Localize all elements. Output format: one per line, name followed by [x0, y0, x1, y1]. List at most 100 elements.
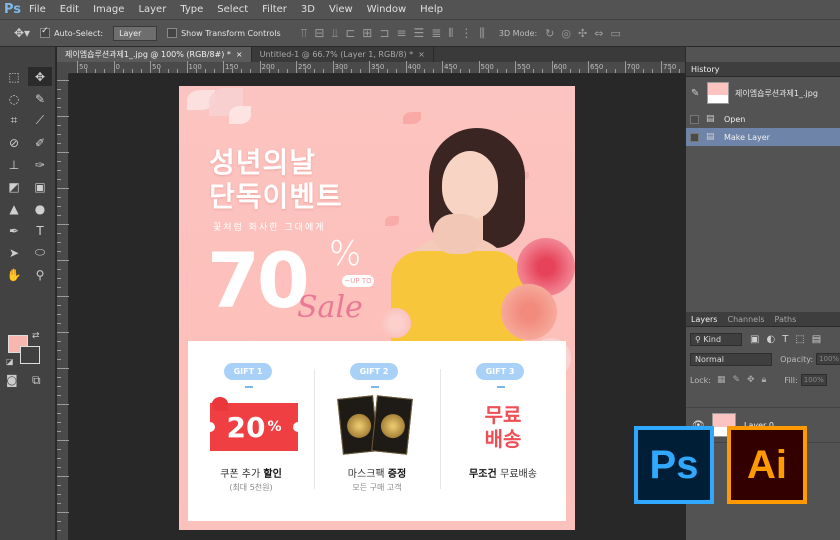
menu-layer[interactable]: Layer	[131, 4, 173, 15]
tab-paths[interactable]: Paths	[775, 312, 797, 326]
eraser-tool-icon[interactable]: ◩	[2, 177, 26, 196]
fill-field[interactable]: 100%	[800, 374, 827, 386]
ruler-major-tick	[624, 61, 626, 73]
free-line-2: 배송	[484, 427, 522, 451]
blend-mode-dropdown[interactable]: Normal	[690, 352, 773, 366]
history-snapshot[interactable]: ✎ 제이엠숍루션과제1_.jpg	[686, 79, 840, 107]
move-tool-icon[interactable]: ✥	[28, 67, 52, 86]
history-brush-tool-icon[interactable]: ✑	[28, 155, 52, 174]
ruler-major-tick	[478, 61, 480, 73]
history-source-box[interactable]	[690, 132, 699, 142]
ruler-minor-tick	[177, 69, 179, 73]
ellipse-tool-icon[interactable]: ⬭	[28, 243, 52, 262]
distribute-bottom-icon[interactable]: ≣	[431, 26, 441, 41]
sale-script: Sale	[297, 290, 363, 325]
clone-stamp-tool-icon[interactable]: ⊥	[2, 155, 26, 174]
align-top-icon[interactable]: ⫪	[301, 26, 308, 41]
menu-image[interactable]: Image	[86, 4, 131, 15]
filter-shape-icon[interactable]: ⬚	[795, 334, 804, 345]
filter-pixel-icon[interactable]: ▣	[750, 334, 759, 345]
vertical-ruler[interactable]	[57, 74, 69, 540]
distribute-hcenter-icon[interactable]: ⋮	[460, 26, 472, 41]
ruler-minor-tick	[469, 69, 471, 73]
3d-rotate-icon[interactable]: ↻	[545, 27, 554, 40]
tab-document-1[interactable]: 제이엠숍루션과제1_.jpg @ 100% (RGB/8#) * ×	[57, 47, 252, 62]
quick-select-tool-icon[interactable]: ✎	[28, 89, 52, 108]
ruler-tick	[57, 359, 61, 360]
menu-type[interactable]: Type	[173, 4, 210, 15]
brush-tool-icon[interactable]: ✐	[28, 133, 52, 152]
tools-panel: ⬚ ✥ ◌ ✎ ⌗ ⟋ ⊘ ✐ ⊥ ✑ ◩ ▣ ▲ ● ✒ T ➤ ⬭ ✋ ⚲ …	[0, 47, 56, 540]
lock-all-icon[interactable]: 🔒︎	[762, 375, 767, 385]
history-item-open[interactable]: ▤ Open	[686, 110, 840, 128]
ruler-tick	[57, 341, 61, 342]
move-tool-icon[interactable]: ✥▾	[14, 26, 30, 40]
path-select-tool-icon[interactable]: ➤	[2, 243, 26, 262]
distribute-top-icon[interactable]: ≡	[396, 26, 406, 41]
align-left-icon[interactable]: ⊏	[345, 26, 355, 41]
menu-3d[interactable]: 3D	[294, 4, 322, 15]
auto-select-checkbox[interactable]	[40, 26, 51, 38]
hand-tool-icon[interactable]: ✋	[2, 265, 26, 284]
filter-type-icon[interactable]: T	[782, 334, 788, 345]
swap-colors-icon[interactable]: ⇄	[32, 331, 40, 341]
menu-window[interactable]: Window	[360, 4, 413, 15]
lock-position-icon[interactable]: ✥	[747, 375, 755, 385]
menu-file[interactable]: File	[22, 4, 53, 15]
distribute-right-icon[interactable]: ⫼	[479, 26, 485, 41]
3d-scale-icon[interactable]: ▭	[610, 27, 620, 40]
menu-edit[interactable]: Edit	[53, 4, 86, 15]
opacity-field[interactable]: 100%	[816, 353, 840, 365]
history-item-make-layer[interactable]: ▤ Make Layer	[686, 128, 840, 146]
align-right-icon[interactable]: ⊐	[379, 26, 389, 41]
tab-channels[interactable]: Channels	[727, 312, 764, 326]
ruler-tick	[57, 332, 69, 333]
3d-drag-icon[interactable]: ✣	[578, 27, 587, 40]
lasso-tool-icon[interactable]: ◌	[2, 89, 26, 108]
menu-filter[interactable]: Filter	[255, 4, 294, 15]
filter-smart-icon[interactable]: ▤	[812, 334, 821, 345]
history-brush-icon[interactable]: ✎	[691, 88, 705, 99]
filter-adjustment-icon[interactable]: ◐	[766, 334, 775, 345]
gift-2-title: 마스크팩 증정	[314, 465, 440, 480]
dodge-tool-icon[interactable]: ●	[28, 199, 52, 218]
close-icon[interactable]: ×	[418, 50, 425, 59]
menu-view[interactable]: View	[322, 4, 360, 15]
align-vcenter-icon[interactable]: ⊟	[314, 26, 324, 41]
distribute-left-icon[interactable]: ⫴	[448, 26, 453, 41]
kind-filter-dropdown[interactable]: ⚲ Kind	[690, 332, 742, 346]
lock-transparency-icon[interactable]: ▦	[717, 375, 726, 385]
type-tool-icon[interactable]: T	[28, 221, 52, 240]
document-canvas[interactable]: 성년의날 단독이벤트 꽃처럼 화사한 그대에게 70 % ~UP TO Sale…	[179, 86, 575, 530]
healing-brush-tool-icon[interactable]: ⊘	[2, 133, 26, 152]
align-bottom-icon[interactable]: ⫫	[331, 26, 338, 41]
menu-help[interactable]: Help	[413, 4, 450, 15]
ruler-tick	[57, 278, 61, 279]
blur-tool-icon[interactable]: ▲	[2, 199, 26, 218]
menu-select[interactable]: Select	[210, 4, 255, 15]
tab-layers[interactable]: Layers	[691, 312, 717, 326]
align-hcenter-icon[interactable]: ⊞	[362, 26, 372, 41]
3d-slide-icon[interactable]: ⇔	[594, 27, 603, 40]
horizontal-ruler[interactable]: 50 0 50 100 150 200 250 300 350 400 450 500 550 600 65…	[69, 61, 685, 74]
distribute-center-icon[interactable]: ☰	[413, 26, 424, 41]
history-source-box[interactable]	[690, 114, 699, 124]
quick-mask-icon[interactable]: ◙	[6, 373, 18, 387]
auto-select-target-dropdown[interactable]: Layer	[113, 25, 158, 41]
zoom-tool-icon[interactable]: ⚲	[28, 265, 52, 284]
marquee-tool-icon[interactable]: ⬚	[2, 67, 26, 86]
3d-roll-icon[interactable]: ◎	[561, 27, 571, 40]
eyedropper-tool-icon[interactable]: ⟋	[28, 111, 52, 130]
crop-tool-icon[interactable]: ⌗	[2, 111, 26, 130]
pen-tool-icon[interactable]: ✒	[2, 221, 26, 240]
ruler-corner[interactable]	[57, 62, 69, 74]
gradient-tool-icon[interactable]: ▣	[28, 177, 52, 196]
tab-history[interactable]: History	[691, 62, 719, 76]
tab-document-2[interactable]: Untitled-1 @ 66.7% (Layer 1, RGB/8) * ×	[252, 47, 434, 62]
lock-pixels-icon[interactable]: ✎	[732, 375, 740, 385]
default-colors-icon[interactable]: ◪	[6, 357, 14, 366]
show-transform-checkbox[interactable]	[167, 28, 178, 38]
background-color-swatch[interactable]	[20, 346, 40, 364]
close-icon[interactable]: ×	[236, 50, 243, 59]
screen-mode-icon[interactable]: ⧉	[32, 373, 41, 388]
